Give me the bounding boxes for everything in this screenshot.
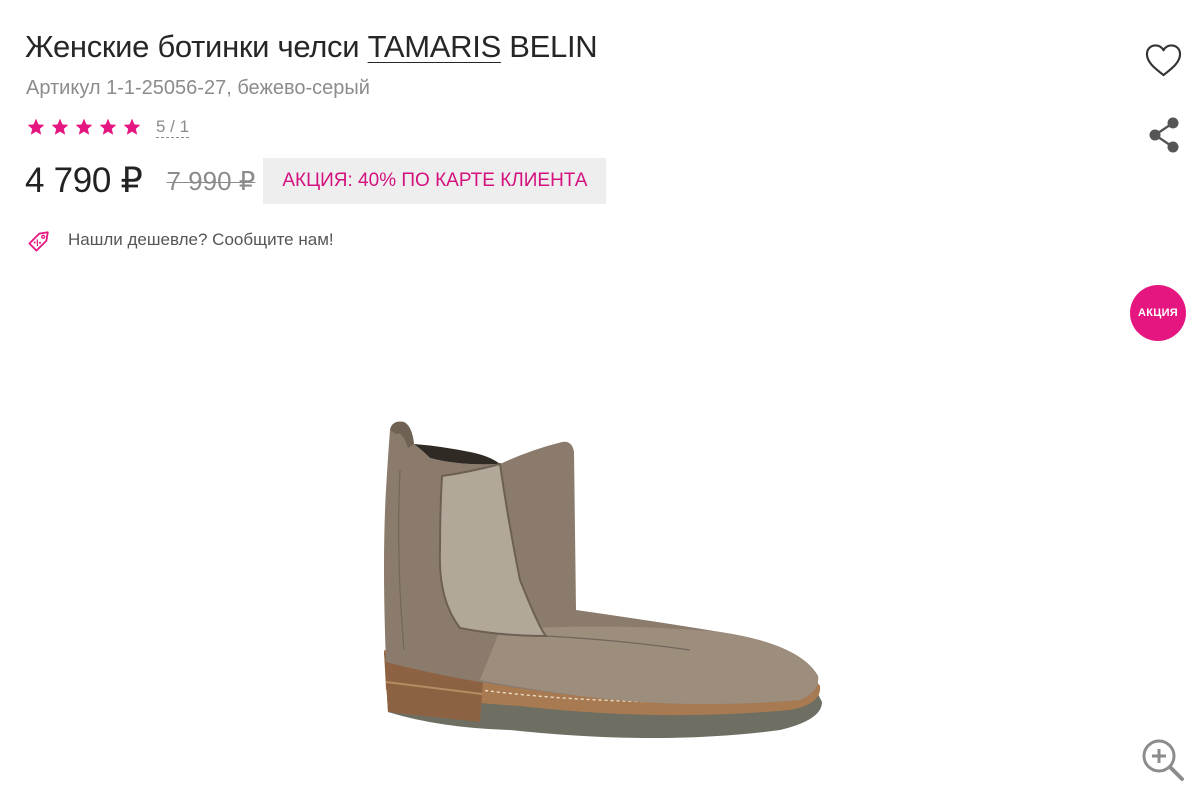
- product-image[interactable]: [360, 400, 840, 760]
- old-price: 7 990 ₽: [166, 165, 256, 196]
- star-icon: [99, 118, 117, 135]
- product-title: Женские ботинки челси TAMARIS BELIN: [25, 28, 598, 66]
- star-icon: [123, 118, 141, 135]
- zoom-in-icon[interactable]: [1140, 737, 1186, 783]
- found-cheaper-link[interactable]: Нашли дешевле? Сообщите нам!: [24, 224, 334, 256]
- share-icon[interactable]: [1146, 115, 1182, 155]
- reviews-link[interactable]: 5 / 1: [156, 117, 190, 138]
- price-row: 4 790 ₽ 7 990 ₽ АКЦИЯ: 40% ПО КАРТЕ КЛИЕ…: [25, 158, 607, 204]
- star-icon: [51, 118, 69, 135]
- found-cheaper-label: Нашли дешевле? Сообщите нам!: [68, 230, 334, 249]
- rating: 5 / 1: [26, 116, 190, 138]
- product-model: BELIN: [500, 29, 598, 64]
- brand-link[interactable]: TAMARIS: [368, 29, 502, 64]
- promo-badge[interactable]: АКЦИЯ: 40% ПО КАРТЕ КЛИЕНТА: [263, 158, 607, 204]
- heart-icon[interactable]: [1144, 42, 1183, 79]
- product-sku: Артикул 1-1-25056-27, бежево-серый: [26, 77, 370, 99]
- star-icon: [75, 118, 93, 135]
- current-price: 4 790 ₽: [25, 161, 143, 200]
- product-type: Женские ботинки челси: [25, 29, 368, 64]
- rating-stars: [26, 117, 142, 137]
- discount-tag-icon: [28, 231, 49, 252]
- star-icon: [27, 118, 45, 135]
- sale-badge: АКЦИЯ: [1130, 285, 1186, 341]
